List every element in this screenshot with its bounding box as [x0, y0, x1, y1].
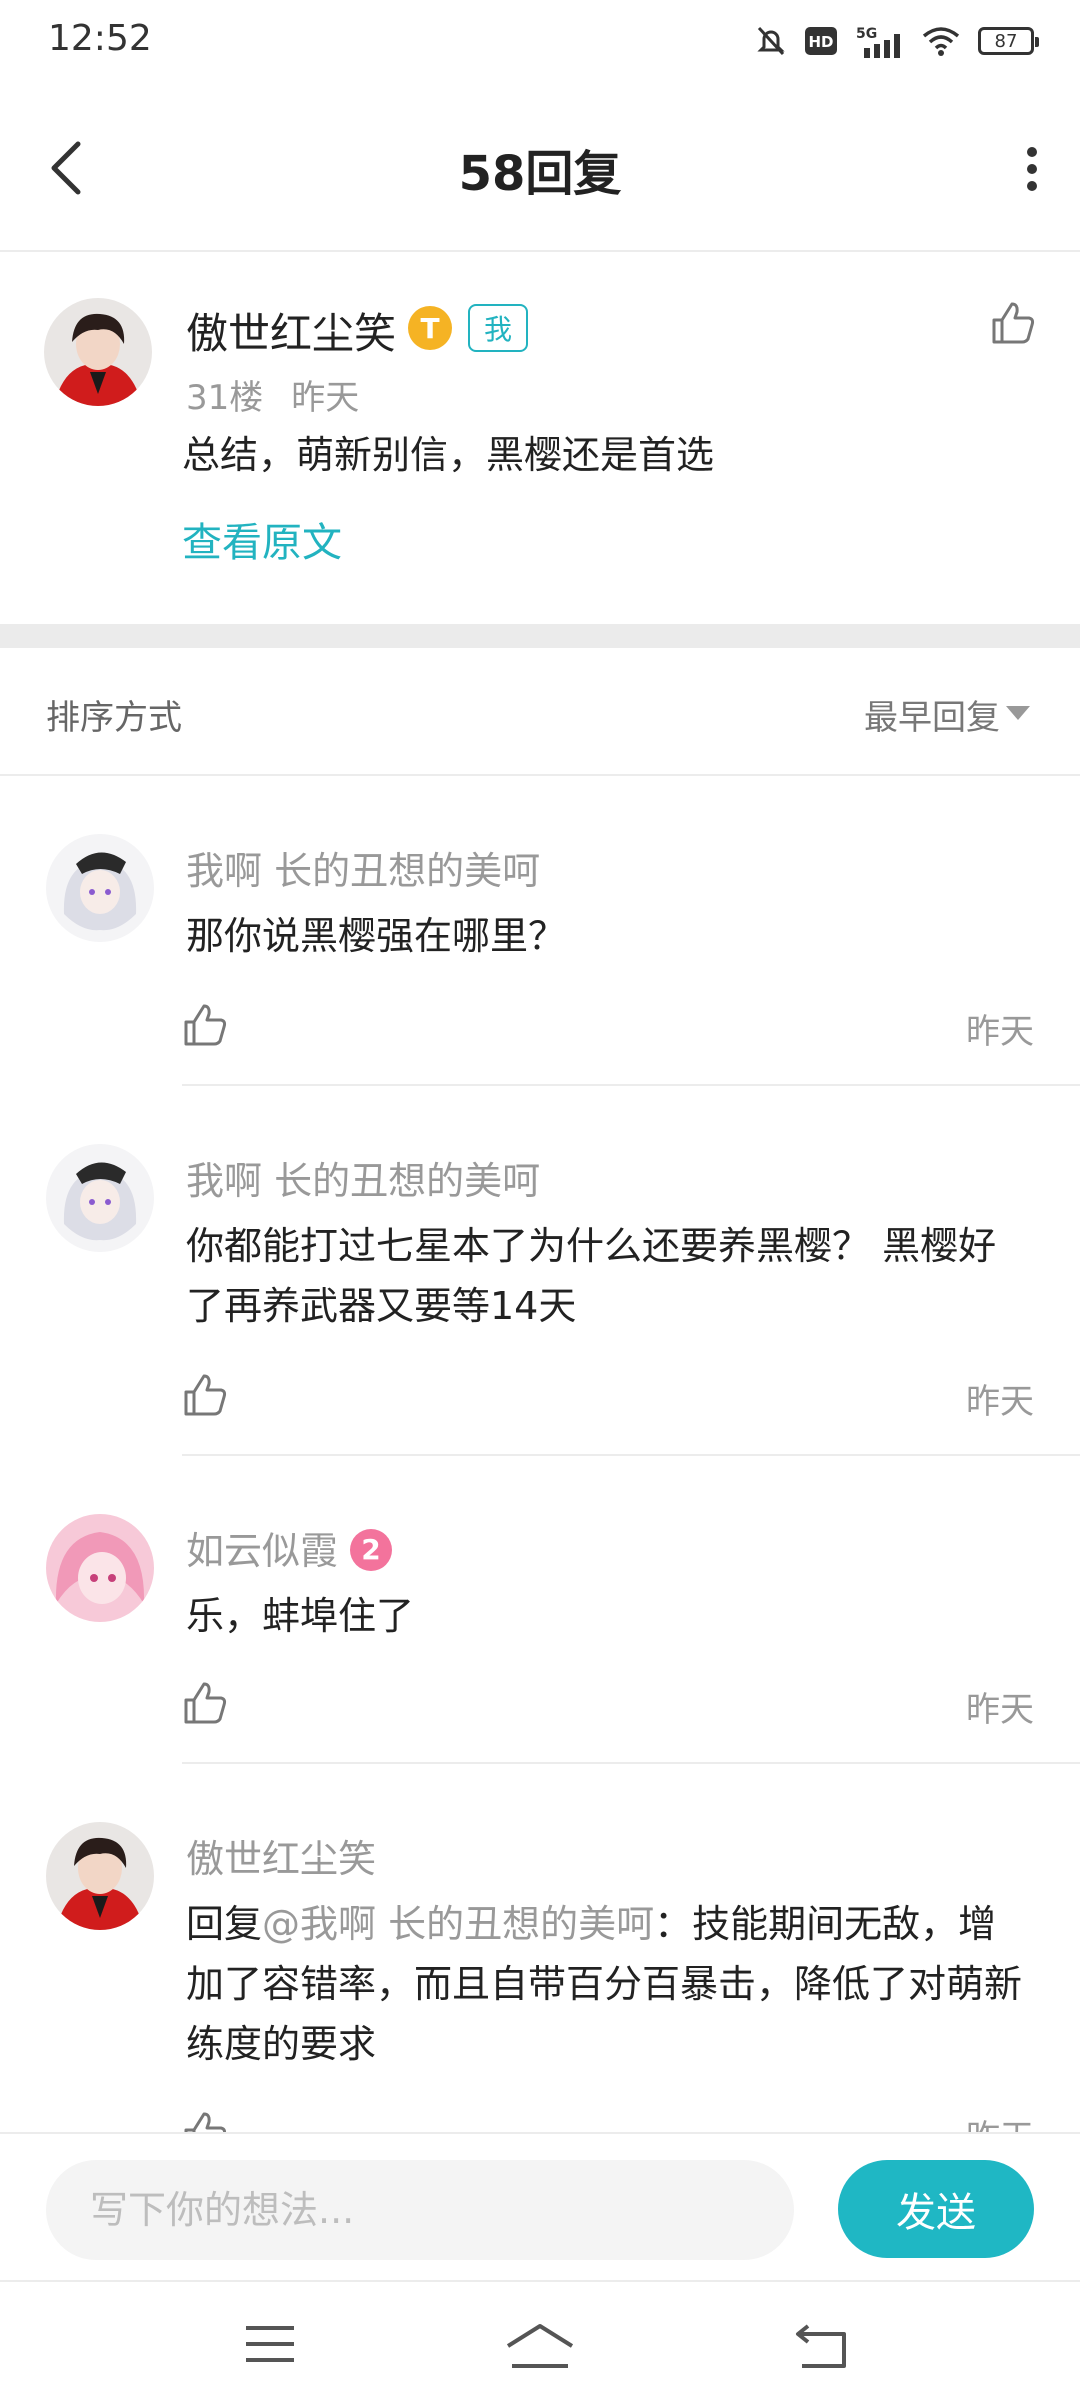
svg-text:5G: 5G: [856, 26, 877, 42]
view-original-link[interactable]: 查看原文: [182, 510, 342, 568]
level-badge: 2: [350, 1528, 393, 1571]
reply-time: 昨天: [966, 1382, 1034, 1422]
me-badge: 我: [468, 304, 528, 352]
post-author-name[interactable]: 傲世红尘笑: [186, 300, 396, 361]
nav-bar: 58回复: [0, 84, 1080, 252]
comment-input[interactable]: [46, 2160, 794, 2260]
status-bar: 12:52 HD 5G 87: [0, 0, 1080, 84]
status-time: 12:52: [48, 18, 152, 59]
avatar[interactable]: [46, 834, 154, 942]
reply-time: 昨天: [966, 1012, 1034, 1052]
thumbs-up-icon[interactable]: [990, 300, 1036, 346]
reply-author-name[interactable]: 傲世红尘笑: [186, 1828, 376, 1883]
status-icons: HD 5G 87: [756, 24, 1039, 58]
list-item: 傲世红尘笑 回复@我啊 长的丑想的美呵：技能期间无敌，增加了容错率，而且自带百分…: [0, 1764, 1080, 2132]
more-options-icon[interactable]: [1020, 144, 1044, 194]
svg-text:HD: HD: [808, 33, 833, 51]
hd-icon: HD: [805, 27, 837, 55]
title-badge: T: [408, 306, 452, 350]
back-nav-icon[interactable]: [794, 2322, 850, 2370]
section-divider: [0, 624, 1080, 648]
avatar-image: [44, 298, 152, 406]
post-content: 总结，萌新别信，黑樱还是首选: [182, 433, 715, 477]
post-time: 昨天: [291, 378, 360, 418]
sort-label: 排序方式: [46, 698, 182, 738]
post-floor: 31楼: [186, 378, 264, 418]
list-item: 如云似霞 2 乐，蚌埠住了 昨天: [0, 1456, 1080, 1764]
reply-text: 那你说黑樱强在哪里？: [186, 914, 567, 958]
thumbs-up-icon[interactable]: [182, 1002, 228, 1048]
battery-indicator: 87: [978, 27, 1039, 55]
avatar-image: [46, 1144, 154, 1252]
sort-dropdown[interactable]: 最早回复: [864, 690, 1000, 739]
mention-link[interactable]: @我啊 长的丑想的美呵: [262, 1902, 654, 1946]
home-icon[interactable]: [504, 2322, 576, 2370]
reply-author-name[interactable]: 我啊 长的丑想的美呵: [186, 840, 540, 895]
reply-text: 回复@我啊 长的丑想的美呵：技能期间无敌，增加了容错率，而且自带百分百暴击，降低…: [186, 1894, 1026, 2074]
avatar[interactable]: [44, 298, 152, 406]
avatar[interactable]: [46, 1822, 154, 1930]
sort-bar: 排序方式 最早回复: [0, 648, 1080, 776]
caret-down-icon[interactable]: [1006, 706, 1030, 720]
page-title: 58回复: [458, 146, 622, 202]
menu-icon[interactable]: [244, 2322, 296, 2366]
thumbs-up-icon[interactable]: [182, 1372, 228, 1418]
reply-author-name[interactable]: 如云似霞 2: [186, 1520, 393, 1575]
avatar-image: [46, 1822, 154, 1930]
post-meta: 31楼 昨天: [186, 370, 359, 419]
mute-bell-icon: [757, 26, 785, 56]
battery-level: 87: [994, 30, 1018, 52]
main-post: 傲世红尘笑 T 我 31楼 昨天 总结，萌新别信，黑樱还是首选 查看原文: [0, 252, 1080, 624]
thumbs-up-icon[interactable]: [182, 1680, 228, 1726]
avatar-image: [46, 1514, 154, 1622]
reply-author-name[interactable]: 我啊 长的丑想的美呵: [186, 1150, 540, 1205]
reply-time: 昨天: [966, 1690, 1034, 1730]
reply-time: 昨天: [966, 2110, 1034, 2132]
list-item: 我啊 长的丑想的美呵 那你说黑樱强在哪里？ 昨天: [0, 776, 1080, 1086]
send-button[interactable]: 发送: [838, 2160, 1034, 2258]
avatar-image: [46, 834, 154, 942]
reply-author-label: 如云似霞: [186, 1529, 339, 1573]
reply-prefix: 回复: [186, 1902, 263, 1946]
reply-text: 乐，蚌埠住了: [186, 1594, 415, 1638]
system-nav-bar: [0, 2282, 1080, 2408]
list-item: 我啊 长的丑想的美呵 你都能打过七星本了为什么还要养黑樱？ 黑樱好了再养武器又要…: [0, 1086, 1080, 1456]
reply-text: 你都能打过七星本了为什么还要养黑樱？ 黑樱好了再养武器又要等14天: [186, 1224, 997, 1328]
wifi-icon: [922, 27, 960, 56]
avatar[interactable]: [46, 1514, 154, 1622]
comment-composer: 发送: [0, 2132, 1080, 2282]
thumbs-up-icon[interactable]: [182, 2110, 228, 2132]
avatar[interactable]: [46, 1144, 154, 1252]
signal-5g-icon: 5G: [856, 26, 900, 58]
